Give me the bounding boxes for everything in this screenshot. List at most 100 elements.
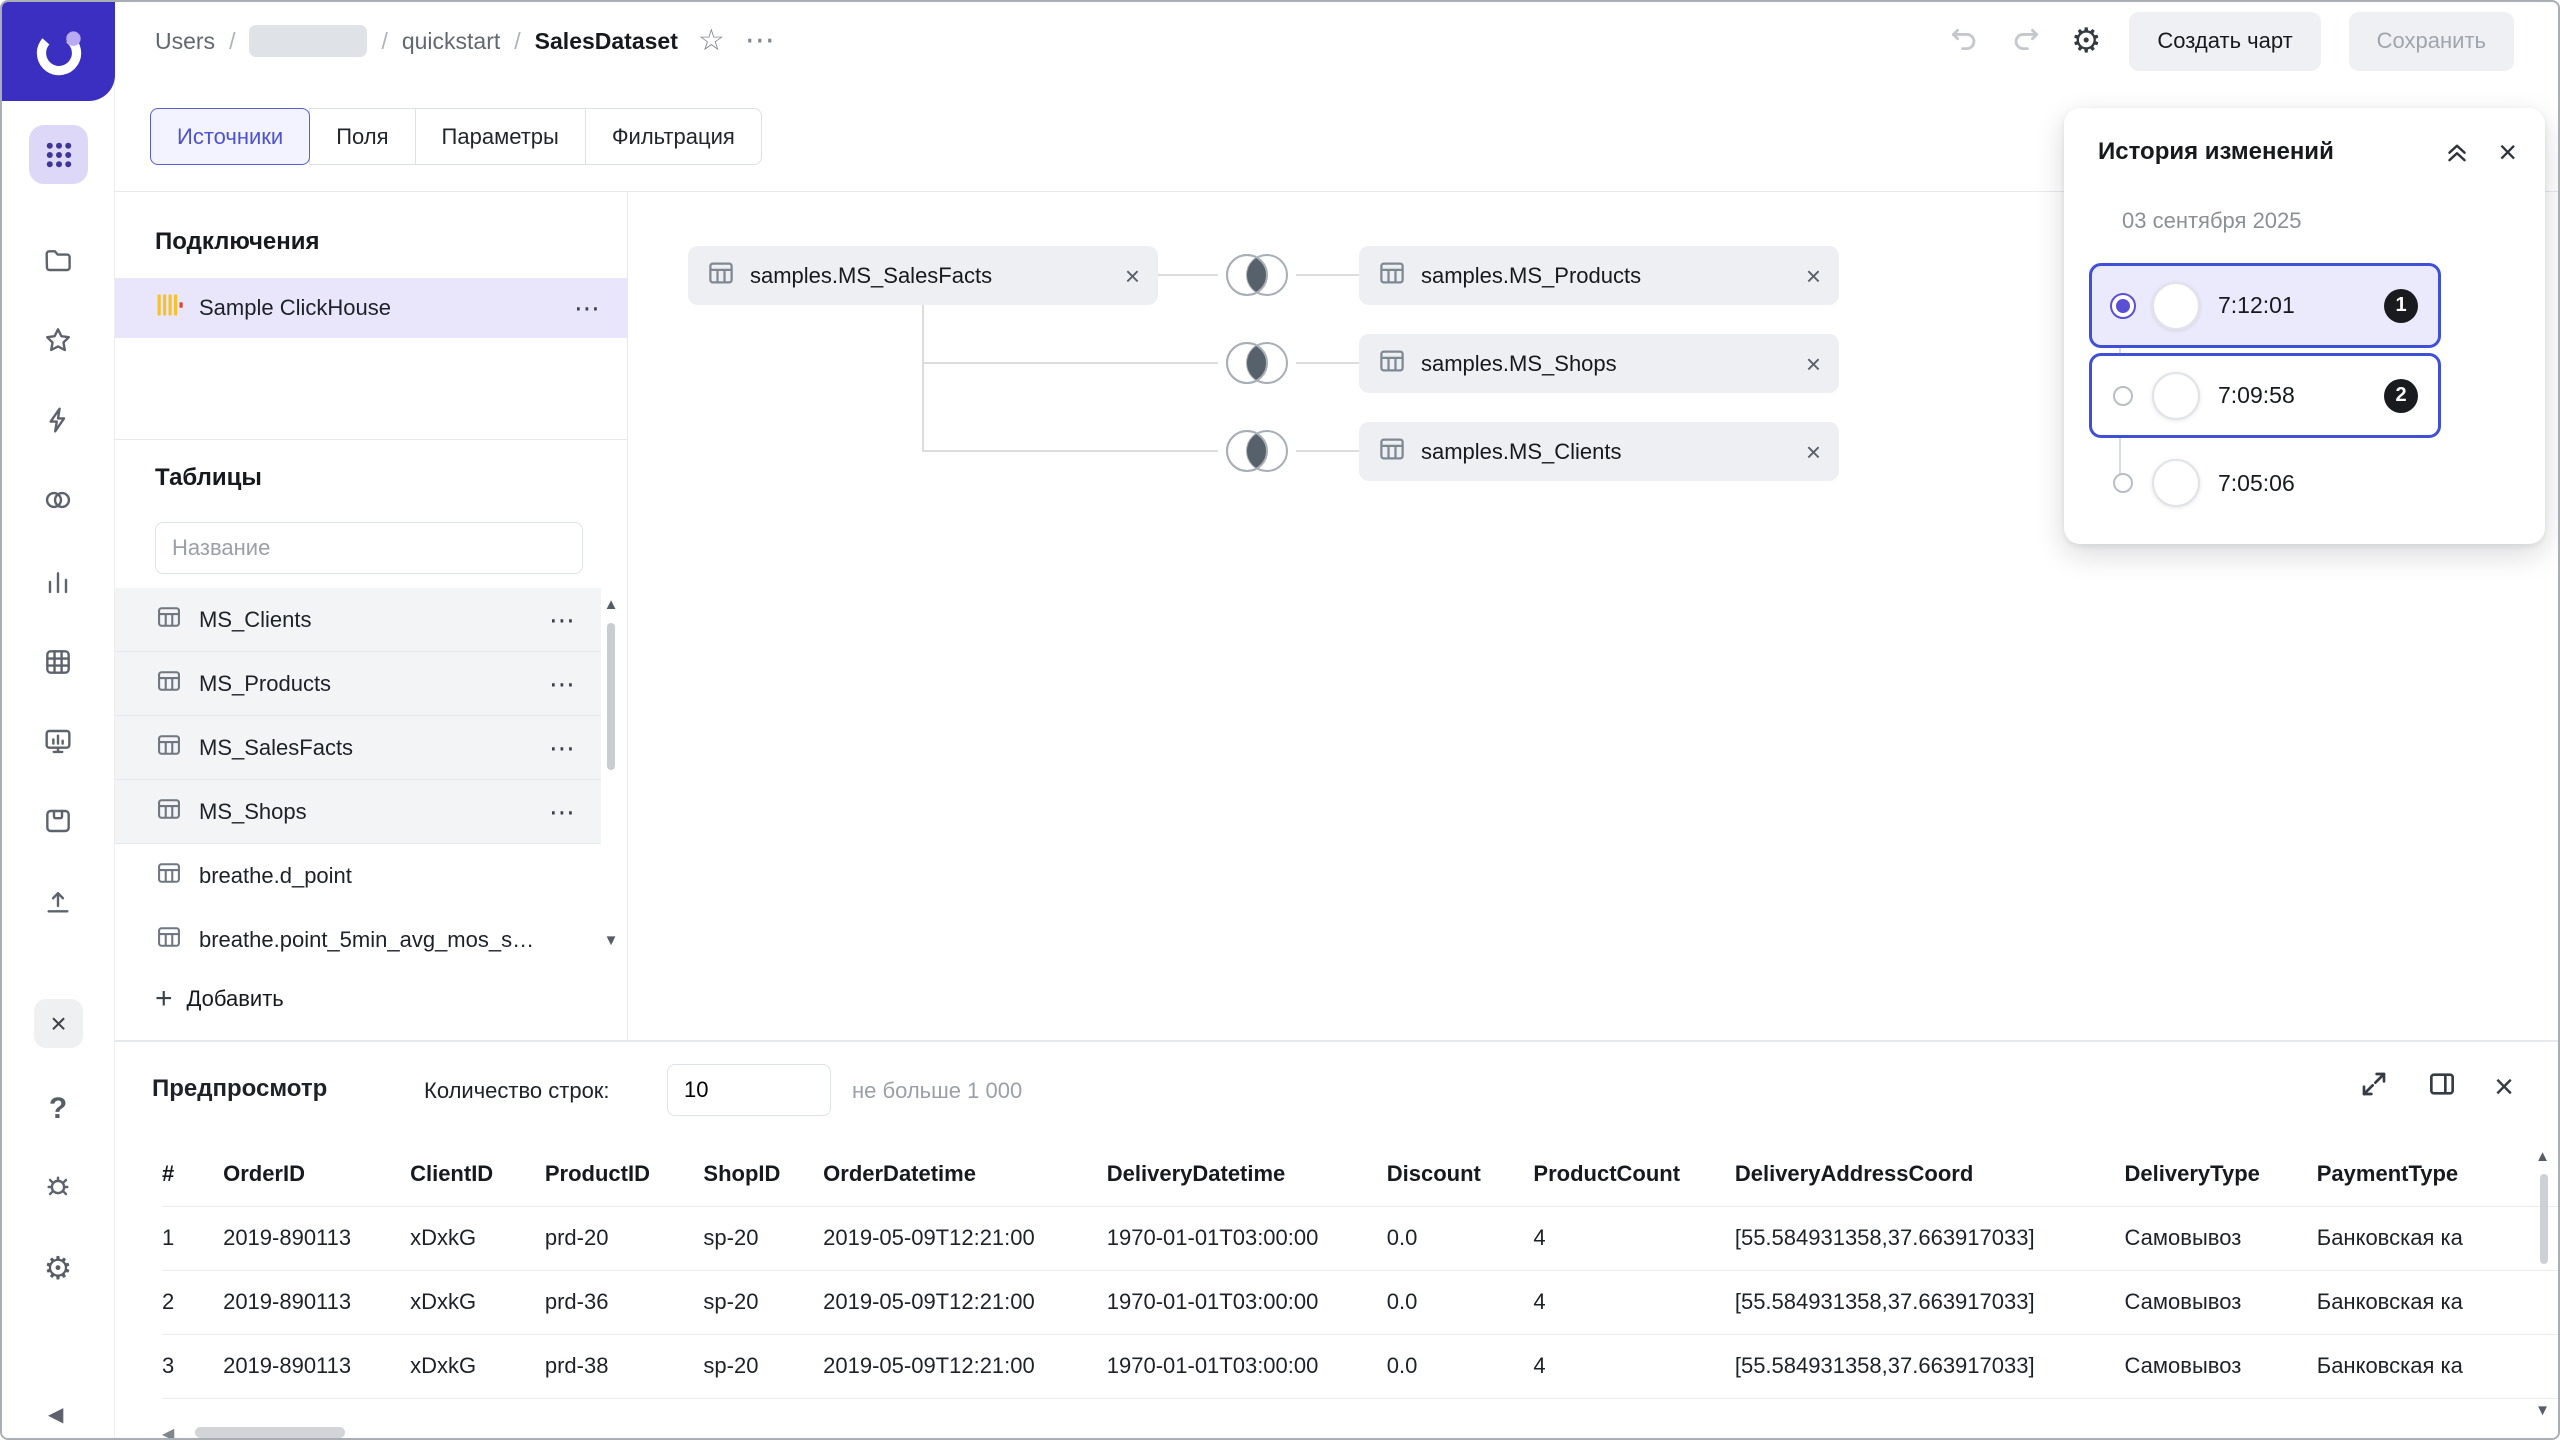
sidebar-help-button[interactable]: ? [36, 1087, 80, 1131]
breadcrumb-workbook[interactable]: quickstart [402, 28, 500, 55]
join-icon[interactable] [1218, 252, 1296, 298]
history-order-badge: 2 [2384, 379, 2418, 413]
tab-Источники[interactable]: Источники [150, 108, 310, 165]
breadcrumb-separator: / [229, 28, 235, 55]
table-cell: 4 [1533, 1334, 1734, 1398]
column-header: OrderID [223, 1142, 410, 1206]
apps-grid-button[interactable] [29, 125, 88, 184]
table-node[interactable]: samples.MS_Shops× [1359, 334, 1839, 393]
collapse-icon: ◀ [48, 1404, 63, 1426]
table-menu-icon[interactable]: ⋯ [549, 735, 577, 761]
table-list-item[interactable]: MS_SalesFacts⋯ [115, 716, 601, 780]
table-icon [1377, 258, 1407, 294]
table-menu-icon[interactable]: ⋯ [549, 799, 577, 825]
node-close-icon[interactable]: × [1806, 439, 1821, 465]
redo-icon[interactable] [2009, 21, 2043, 61]
expand-icon[interactable] [2358, 1068, 2390, 1106]
history-item[interactable]: 7:09:582 [2089, 353, 2441, 438]
app-window: × ?⚙ ◀ Users / / quickstart / SalesDatas… [0, 0, 2560, 1440]
node-close-icon[interactable]: × [1806, 351, 1821, 377]
horizontal-scrollbar-thumb[interactable] [195, 1427, 345, 1438]
tab-Поля[interactable]: Поля [309, 108, 415, 165]
breadcrumb-users[interactable]: Users [155, 28, 215, 55]
dock-panel-icon[interactable] [2426, 1068, 2458, 1106]
join-icon[interactable] [1218, 340, 1296, 386]
table-list-item[interactable]: MS_Products⋯ [115, 652, 601, 716]
history-radio[interactable] [2113, 386, 2133, 406]
table-cell: 2019-05-09T12:21:00 [823, 1206, 1107, 1270]
table-cell: 1970-01-01T03:00:00 [1107, 1206, 1387, 1270]
more-actions-icon[interactable]: ⋯ [745, 26, 775, 56]
sidebar-collapse-button[interactable]: ◀ [48, 1402, 63, 1427]
column-header: ShopID [703, 1142, 823, 1206]
column-header: DeliveryType [2125, 1142, 2317, 1206]
table-node-root[interactable]: samples.MS_SalesFacts× [688, 246, 1158, 305]
history-order-badge: 1 [2384, 289, 2418, 323]
sidebar-gear-button[interactable]: ⚙ [36, 1246, 80, 1290]
table-list-item[interactable]: MS_Clients⋯ [115, 588, 601, 652]
table-cell: 0.0 [1387, 1270, 1534, 1334]
sidebar-storage-button[interactable] [36, 802, 80, 846]
table-menu-icon[interactable]: ⋯ [549, 607, 577, 633]
breadcrumb-hidden-item[interactable] [249, 25, 367, 57]
scroll-up-arrow[interactable]: ▲ [603, 596, 619, 613]
history-item[interactable]: 7:05:06 [2089, 448, 2441, 518]
sidebar-monitor-chart-button[interactable] [36, 722, 80, 766]
folder-icon [42, 244, 74, 282]
row-count-input[interactable] [667, 1064, 831, 1116]
add-table-button[interactable]: + Добавить [155, 984, 284, 1014]
join-icon[interactable] [1218, 428, 1296, 474]
node-close-icon[interactable]: × [1125, 263, 1140, 289]
preview-close-icon[interactable]: × [2494, 1070, 2514, 1104]
table-cell: 1970-01-01T03:00:00 [1107, 1270, 1387, 1334]
table-list-item[interactable]: MS_Shops⋯ [115, 780, 601, 844]
scroll-down-arrow[interactable]: ▼ [603, 932, 619, 949]
node-label: samples.MS_Products [1421, 263, 1641, 289]
history-date: 03 сентября 2025 [2122, 208, 2302, 234]
table-cell: 0.0 [1387, 1206, 1534, 1270]
sidebar-bug-button[interactable] [36, 1166, 80, 1210]
table-node[interactable]: samples.MS_Clients× [1359, 422, 1839, 481]
table-cell: Самовывоз [2125, 1334, 2317, 1398]
favorite-star-icon[interactable]: ☆ [698, 26, 725, 56]
connection-menu-icon[interactable]: ⋯ [574, 295, 602, 321]
history-item[interactable]: 7:12:011 [2089, 263, 2441, 348]
table-name: breathe.d_point [199, 863, 352, 889]
join-line [1296, 362, 1359, 364]
history-close-icon[interactable]: × [2498, 136, 2517, 168]
sidebar-grid-button[interactable] [36, 643, 80, 687]
scrollbar-thumb[interactable] [607, 623, 615, 770]
table-cell: 2019-05-09T12:21:00 [823, 1334, 1107, 1398]
table-search-input[interactable] [155, 522, 583, 574]
sidebar-bar-chart-button[interactable] [36, 563, 80, 607]
sidebar-folder-button[interactable] [36, 241, 80, 285]
sidebar-close-button[interactable]: × [34, 999, 83, 1048]
undo-icon[interactable] [1947, 21, 1981, 61]
sidebar-star-button[interactable] [36, 321, 80, 365]
sidebar-upload-button[interactable] [36, 883, 80, 927]
sidebar-lightning-button[interactable] [36, 401, 80, 445]
node-close-icon[interactable]: × [1806, 263, 1821, 289]
table-node[interactable]: samples.MS_Products × [1359, 246, 1839, 305]
create-chart-button[interactable]: Создать чарт [2129, 12, 2320, 71]
column-header: ProductID [545, 1142, 704, 1206]
history-radio[interactable] [2110, 293, 2136, 319]
vertical-scrollbar-thumb[interactable] [2540, 1174, 2548, 1264]
tab-Параметры[interactable]: Параметры [415, 108, 586, 165]
tab-Фильтрация[interactable]: Фильтрация [585, 108, 762, 165]
scroll-down-arrow[interactable]: ▼ [2535, 1402, 2550, 1419]
connection-item[interactable]: Sample ClickHouse ⋯ [115, 278, 628, 338]
table-list-item[interactable]: breathe.point_5min_avg_mos_s… [115, 908, 601, 972]
table-icon [155, 731, 183, 765]
scroll-up-arrow[interactable]: ▲ [2535, 1148, 2550, 1165]
table-list-item[interactable]: breathe.d_point [115, 844, 601, 908]
save-button[interactable]: Сохранить [2349, 12, 2514, 71]
sidebar-rings-button[interactable] [36, 481, 80, 525]
datalens-logo[interactable] [2, 2, 115, 101]
settings-gear-icon[interactable]: ⚙ [2071, 24, 2101, 58]
monitor-chart-icon [42, 725, 74, 763]
scroll-left-arrow[interactable]: ◀ [162, 1424, 174, 1438]
table-menu-icon[interactable]: ⋯ [549, 671, 577, 697]
history-radio[interactable] [2113, 473, 2133, 493]
collapse-all-icon[interactable] [2442, 137, 2472, 167]
